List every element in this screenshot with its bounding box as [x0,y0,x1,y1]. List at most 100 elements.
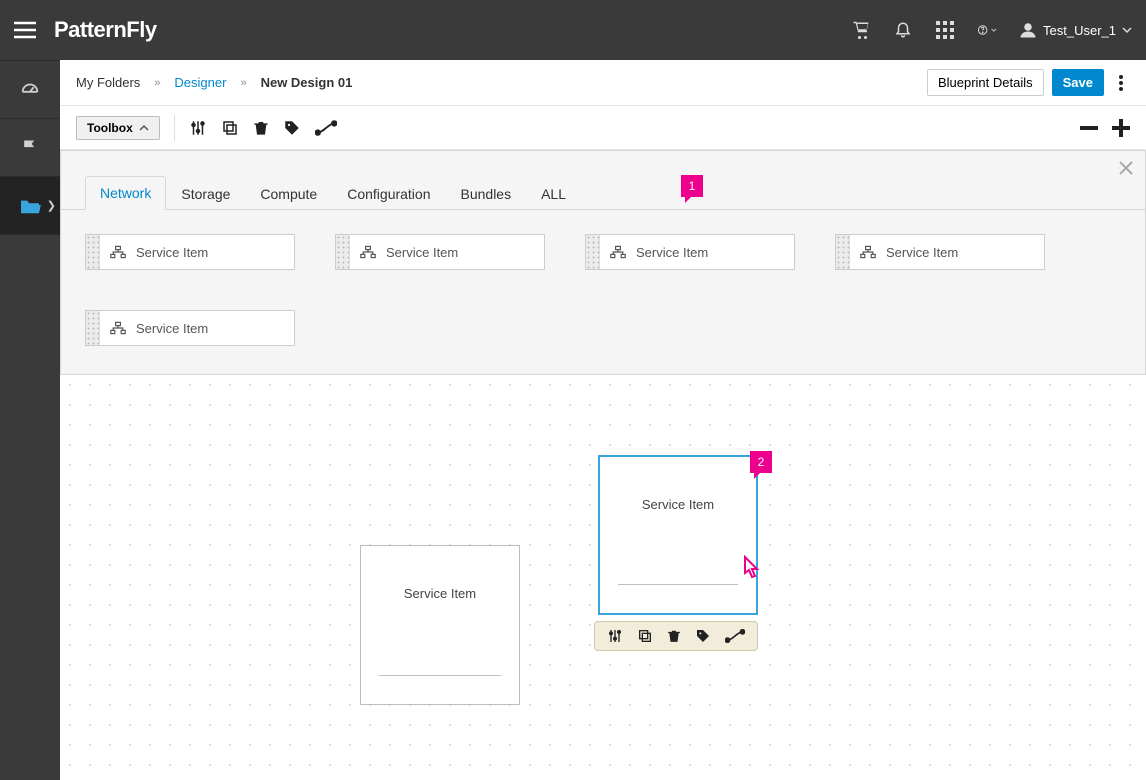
tab-network[interactable]: Network [85,176,166,210]
apps-button[interactable] [935,20,955,40]
drag-handle-icon [336,235,350,269]
tab-bundles[interactable]: Bundles [446,177,527,210]
settings-tool[interactable] [189,119,207,137]
breadcrumb-row: My Folders » Designer » New Design 01 Bl… [60,60,1146,106]
breadcrumb-separator: » [154,77,160,89]
page-actions: Blueprint Details Save [927,69,1130,96]
delete-tool[interactable] [253,119,269,137]
card-toolbar [594,621,758,651]
annotation-marker-1: 1 [681,175,703,197]
connector-icon [315,120,337,136]
toolbox-toggle-button[interactable]: Toolbox [76,116,160,140]
close-icon [1119,161,1133,175]
tag-icon [695,628,711,644]
network-icon [860,245,876,259]
trash-icon [253,119,269,137]
tag-icon [283,119,301,137]
toolbox-tabs: Network Storage Compute Configuration Bu… [61,151,1145,210]
nav-item-designer[interactable]: ❯ [0,177,60,235]
user-menu[interactable]: Test_User_1 [1019,21,1132,39]
service-item-label: Service Item [136,321,208,336]
left-nav: ❯ [0,60,60,780]
top-right-actions: Test_User_1 [851,20,1132,40]
card-delete-button[interactable] [667,628,681,644]
tab-all[interactable]: ALL [526,177,581,210]
service-item-tile[interactable]: Service Item [585,234,795,270]
folder-open-icon [19,197,41,215]
help-icon [977,20,988,40]
breadcrumb-root[interactable]: My Folders [76,75,140,90]
copy-icon [637,628,653,644]
toolbar: Toolbox [60,106,1146,150]
toolbox-panel: 1 Network Storage Compute Configuration … [60,150,1146,375]
more-actions-kebab[interactable] [1112,75,1130,91]
cart-button[interactable] [851,20,871,40]
service-item-tile[interactable]: Service Item [835,234,1045,270]
connector-icon [725,629,745,643]
user-name: Test_User_1 [1043,23,1116,38]
zoom-out-button[interactable] [1080,119,1098,137]
breadcrumb-designer-link[interactable]: Designer [174,75,226,90]
chevron-right-icon: ❯ [47,199,56,212]
zoom-in-button[interactable] [1112,119,1130,137]
toolbox-close-button[interactable] [1119,161,1133,175]
tag-tool[interactable] [283,119,301,137]
drag-handle-icon [586,235,600,269]
tab-configuration[interactable]: Configuration [332,177,445,210]
copy-icon [221,119,239,137]
card-duplicate-button[interactable] [637,628,653,644]
zoom-controls [1080,119,1130,137]
canvas-card[interactable]: Service Item [360,545,520,705]
chevron-down-icon [1122,25,1132,35]
card-settings-button[interactable] [607,628,623,644]
kebab-icon [1119,75,1123,91]
service-item-tile[interactable]: Service Item [85,310,295,346]
user-icon [1019,21,1037,39]
tab-compute[interactable]: Compute [245,177,332,210]
breadcrumb: My Folders » Designer » New Design 01 [76,75,352,90]
card-underline [379,675,501,676]
canvas-container: 1 Network Storage Compute Configuration … [60,150,1146,780]
breadcrumb-separator: » [240,77,246,89]
dashboard-icon [19,79,41,101]
save-button[interactable]: Save [1052,69,1104,96]
duplicate-tool[interactable] [221,119,239,137]
card-connect-button[interactable] [725,629,745,643]
minus-icon [1080,119,1098,137]
design-canvas[interactable]: Service Item Service Item 2 [60,375,1146,780]
sliders-icon [607,628,623,644]
card-underline [618,584,738,585]
hamburger-menu-button[interactable] [0,21,50,39]
network-icon [110,245,126,259]
chevron-down-icon [991,25,997,35]
connect-tool[interactable] [315,120,337,136]
workspace: ❯ My Folders » Designer » New Design 01 … [0,60,1146,780]
trash-icon [667,628,681,644]
plus-icon [1112,119,1130,137]
pointer-cursor-icon [738,555,762,581]
network-icon [110,321,126,335]
notifications-button[interactable] [893,20,913,40]
nav-item-flag[interactable] [0,119,60,177]
chevron-up-icon [139,123,149,133]
service-item-tile[interactable]: Service Item [85,234,295,270]
service-item-label: Service Item [886,245,958,260]
toolbox-toggle-label: Toolbox [87,121,133,135]
service-item-tile[interactable]: Service Item [335,234,545,270]
grid-icon [936,21,954,39]
annotation-marker-2: 2 [750,451,772,473]
sliders-icon [189,119,207,137]
flag-icon [20,138,40,158]
canvas-card-title: Service Item [361,586,519,601]
service-item-label: Service Item [386,245,458,260]
nav-item-dashboard[interactable] [0,61,60,119]
help-button[interactable] [977,20,997,40]
tab-storage[interactable]: Storage [166,177,245,210]
brand-title: PatternFly [54,17,157,43]
canvas-card-selected[interactable]: Service Item [598,455,758,615]
toolbar-divider [174,115,175,141]
card-tag-button[interactable] [695,628,711,644]
top-bar: PatternFly Test_User_1 [0,0,1146,60]
main-area: My Folders » Designer » New Design 01 Bl… [60,60,1146,780]
blueprint-details-button[interactable]: Blueprint Details [927,69,1044,96]
